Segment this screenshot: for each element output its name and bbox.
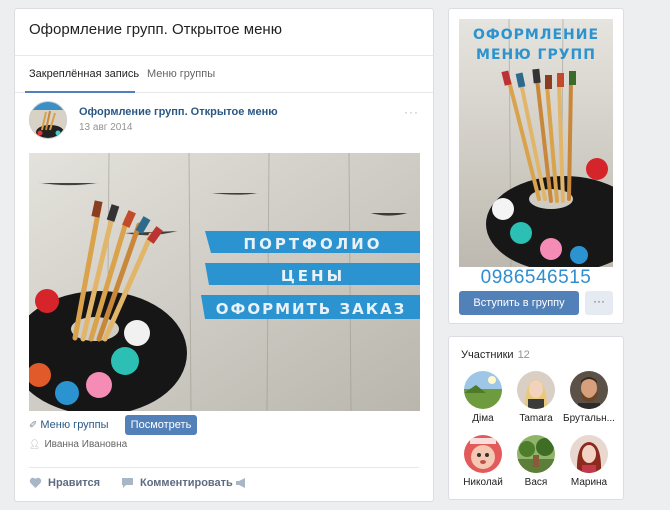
member-item[interactable]: Марина — [562, 435, 616, 488]
post-signer[interactable]: 👤︎ Иванна Ивановна — [29, 439, 127, 450]
post-image-illustration: ПОРТФОЛИО ЦЕНЫ ОФОРМИТЬ ЗАКАЗ — [29, 153, 420, 411]
image-menu-item-order: ОФОРМИТЬ ЗАКАЗ — [216, 300, 407, 318]
member-item[interactable]: Tamara — [509, 371, 563, 424]
post-header: Оформление групп. Открытое меню 13 авг 2… — [29, 101, 419, 147]
group-avatar[interactable] — [29, 101, 67, 139]
post-more-icon[interactable]: ··· — [404, 105, 419, 119]
post-divider — [29, 467, 419, 468]
member-item[interactable]: Вася — [509, 435, 563, 488]
member-item[interactable]: Николай — [456, 435, 510, 488]
member-item[interactable]: Брутальн... — [562, 371, 616, 424]
member-avatar — [570, 435, 608, 473]
group-cover-image[interactable]: ОФОРМЛЕНИЕ МЕНЮ ГРУПП — [459, 19, 613, 267]
group-menu-link-label: Меню группы — [40, 419, 109, 431]
post-author-link[interactable]: Оформление групп. Открытое меню — [79, 106, 278, 118]
post-image[interactable]: ПОРТФОЛИО ЦЕНЫ ОФОРМИТЬ ЗАКАЗ — [29, 153, 420, 411]
members-card: Участники 12 Діма Tamara Брутальн... Нико… — [448, 336, 624, 500]
image-menu-item-portfolio: ПОРТФОЛИО — [244, 235, 383, 253]
pinned-post-card: Оформление групп. Открытое меню Закреплё… — [14, 8, 434, 502]
group-more-button[interactable]: ··· — [585, 291, 613, 315]
tab-pinned-post[interactable]: Закреплённая запись — [29, 68, 139, 80]
member-avatar — [464, 435, 502, 473]
member-avatar — [517, 435, 555, 473]
member-name: Марина — [570, 477, 608, 488]
user-icon: 👤︎ — [29, 439, 41, 449]
member-avatar — [517, 371, 555, 409]
member-name: Николай — [463, 477, 503, 488]
comment-icon — [122, 478, 133, 489]
tabs-bar: Закреплённая запись Меню группы — [15, 55, 433, 93]
members-title: Участники — [461, 349, 514, 361]
member-avatar — [570, 371, 608, 409]
like-label: Нравится — [48, 477, 101, 489]
member-name: Вася — [524, 477, 548, 488]
member-name: Діма — [472, 413, 494, 424]
view-button[interactable]: Посмотреть — [125, 415, 197, 435]
member-name: Tamara — [519, 413, 553, 424]
like-button[interactable]: Нравится — [29, 477, 100, 489]
member-name: Брутальн... — [563, 413, 615, 424]
members-header[interactable]: Участники 12 — [461, 349, 530, 361]
image-menu-item-prices: ЦЕНЫ — [281, 267, 345, 285]
link-icon: ✐ — [29, 420, 38, 431]
member-avatar — [464, 371, 502, 409]
heart-icon — [29, 477, 42, 489]
group-menu-link[interactable]: ✐ Меню группы — [29, 419, 109, 431]
join-group-button[interactable]: Вступить в группу — [459, 291, 579, 315]
group-cover-illustration: ОФОРМЛЕНИЕ МЕНЮ ГРУПП — [459, 19, 613, 267]
comment-label: Комментировать — [140, 477, 233, 489]
page-title: Оформление групп. Открытое меню — [29, 21, 282, 38]
members-count: 12 — [517, 349, 530, 361]
cover-title-line1: ОФОРМЛЕНИЕ — [473, 27, 599, 43]
signer-name: Иванна Ивановна — [44, 439, 128, 450]
tab-group-menu[interactable]: Меню группы — [147, 68, 215, 80]
cover-title-line2: МЕНЮ ГРУПП — [476, 47, 596, 63]
member-item[interactable]: Діма — [456, 371, 510, 424]
group-cover-card: ОФОРМЛЕНИЕ МЕНЮ ГРУПП 0986546515 Вступит… — [448, 8, 624, 324]
megaphone-icon — [236, 478, 245, 489]
comment-button[interactable]: Комментировать — [121, 477, 233, 489]
post-date[interactable]: 13 авг 2014 — [79, 122, 132, 133]
active-tab-indicator — [25, 91, 135, 93]
share-button[interactable] — [235, 477, 254, 489]
group-phone: 0986546515 — [480, 267, 592, 288]
